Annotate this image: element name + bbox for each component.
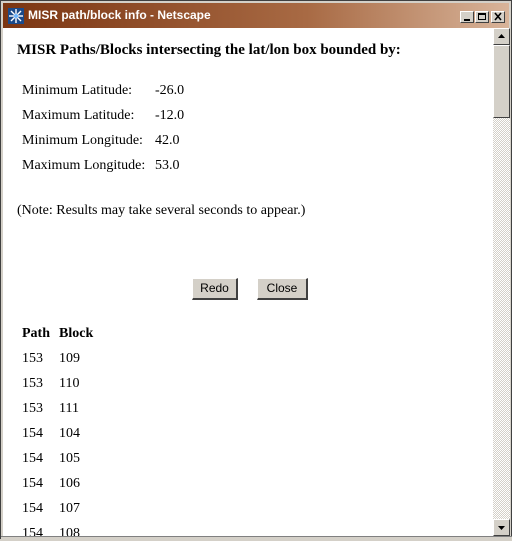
bound-value: -26.0 [155, 83, 185, 98]
table-cell-path: 153 [22, 351, 43, 366]
maximize-button[interactable] [475, 11, 489, 23]
table-cell-block: 107 [59, 501, 80, 516]
table-cell-path: 154 [22, 426, 43, 441]
table-cell-block: 104 [59, 426, 80, 441]
minimize-button[interactable] [460, 11, 474, 23]
netscape-logo-icon[interactable] [8, 8, 24, 24]
table-cell-block: 110 [59, 376, 80, 391]
browser-window: MISR path/block info - Netscape MISR Pat… [0, 0, 512, 541]
maximize-icon [478, 13, 486, 20]
table-cell-path: 154 [22, 451, 43, 466]
table-cell-path: 153 [22, 376, 43, 391]
table-cell-block: 111 [59, 401, 79, 416]
bound-label: Maximum Latitude: [22, 108, 135, 123]
table-cell-path: 154 [22, 526, 43, 536]
scroll-up-arrow-icon [498, 34, 505, 38]
scroll-thumb[interactable] [493, 45, 510, 118]
table-cell-path: 153 [22, 401, 43, 416]
bound-label: Minimum Longitude: [22, 133, 143, 148]
bound-value: 42.0 [155, 133, 180, 148]
bound-value: -12.0 [155, 108, 185, 123]
bound-label: Minimum Latitude: [22, 83, 133, 98]
table-cell-block: 109 [59, 351, 80, 366]
close-window-button[interactable] [491, 11, 505, 23]
table-header-path: Path [22, 326, 50, 341]
redo-button[interactable]: Redo [192, 278, 238, 300]
scroll-up-button[interactable] [493, 28, 510, 45]
minimize-icon [464, 19, 470, 21]
bound-label: Maximum Longitude: [22, 158, 146, 173]
scroll-down-button[interactable] [493, 519, 510, 536]
table-cell-path: 154 [22, 501, 43, 516]
close-icon [494, 12, 502, 21]
bound-row-max-lat: Maximum Latitude: -12.0 [22, 108, 184, 124]
bound-value: 53.0 [155, 158, 180, 173]
table-cell-block: 105 [59, 451, 80, 466]
table-header-block: Block [59, 326, 94, 341]
table-cell-block: 108 [59, 526, 80, 536]
bound-row-min-lon: Minimum Longitude: 42.0 [22, 133, 180, 149]
scroll-down-arrow-icon [498, 526, 505, 530]
table-cell-path: 154 [22, 476, 43, 491]
table-cell-block: 106 [59, 476, 80, 491]
note-text: (Note: Results may take several seconds … [17, 203, 306, 218]
window-title: MISR path/block info - Netscape [28, 8, 211, 22]
title-bar[interactable]: MISR path/block info - Netscape [3, 3, 509, 28]
close-button[interactable]: Close [257, 278, 308, 300]
bound-row-min-lat: Minimum Latitude: -26.0 [22, 83, 184, 99]
page-heading: MISR Paths/Blocks intersecting the lat/l… [17, 42, 401, 58]
bound-row-max-lon: Maximum Longitude: 53.0 [22, 158, 180, 174]
page-content: MISR Paths/Blocks intersecting the lat/l… [3, 28, 493, 536]
vertical-scrollbar[interactable] [493, 28, 510, 536]
